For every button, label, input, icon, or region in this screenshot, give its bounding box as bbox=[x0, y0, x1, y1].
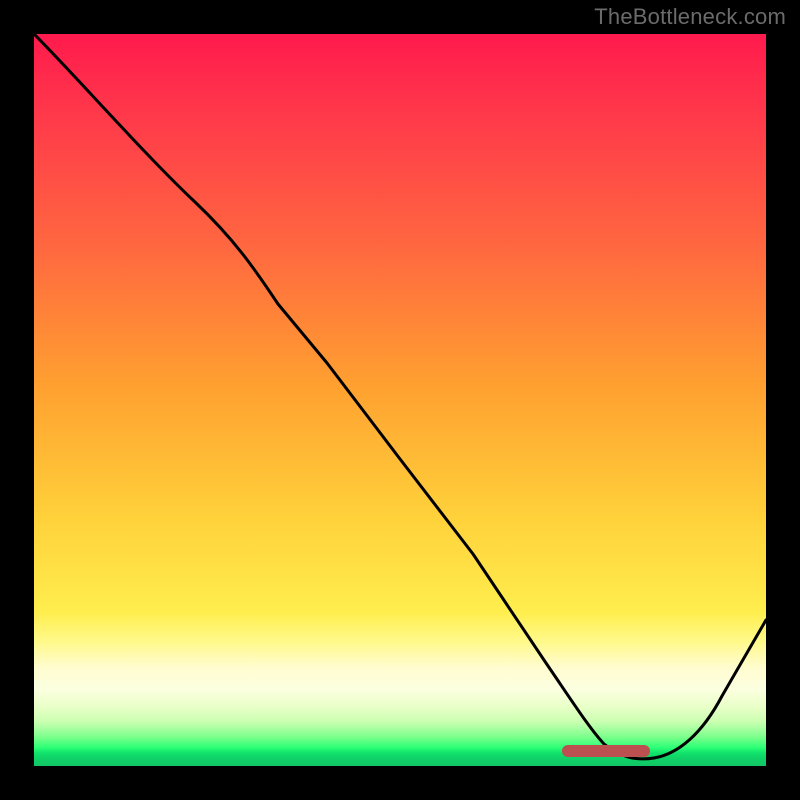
chart-stage: TheBottleneck.com bbox=[0, 0, 800, 800]
valley-marker bbox=[562, 745, 650, 757]
chart-gradient-background bbox=[34, 34, 766, 766]
attribution-text: TheBottleneck.com bbox=[594, 4, 786, 30]
